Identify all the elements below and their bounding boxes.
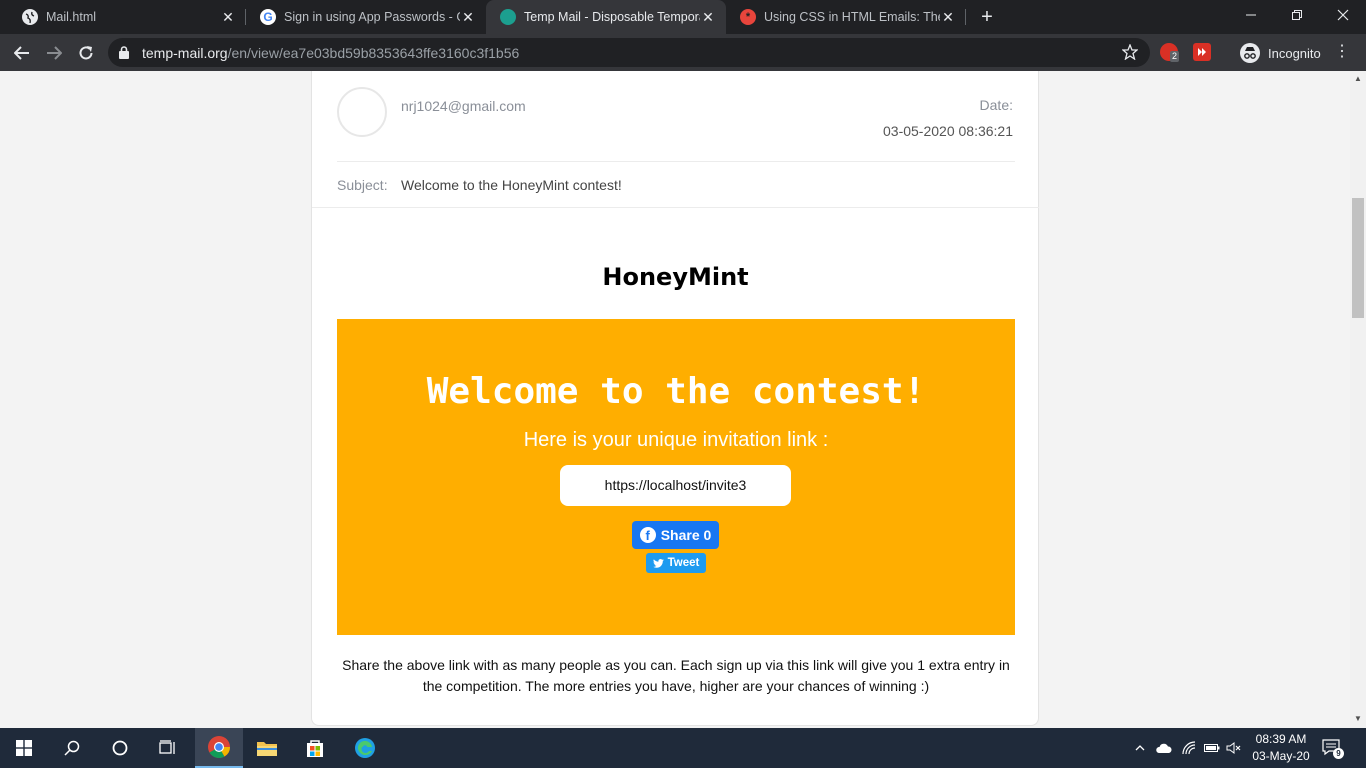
new-tab-button[interactable]: + bbox=[976, 6, 998, 28]
close-tab-icon[interactable]: ✕ bbox=[220, 9, 236, 26]
tab-title: Temp Mail - Disposable Tempora bbox=[524, 10, 700, 24]
banner-title: Welcome to the contest! bbox=[426, 371, 926, 412]
onedrive-cloud-icon[interactable] bbox=[1156, 740, 1172, 756]
tweet-button[interactable]: Tweet bbox=[646, 553, 706, 573]
reload-button[interactable] bbox=[72, 39, 100, 67]
show-hidden-icons-icon[interactable] bbox=[1132, 740, 1148, 756]
subject-value: Welcome to the HoneyMint contest! bbox=[401, 177, 622, 193]
extension-badge: 2 bbox=[1170, 51, 1180, 62]
browser-toolbar: temp-mail.org/en/view/ea7e03bd59b8353643… bbox=[0, 34, 1366, 71]
network-icon[interactable] bbox=[1181, 740, 1197, 756]
scrollbar-thumb[interactable] bbox=[1352, 198, 1364, 318]
banner-subtitle: Here is your unique invitation link : bbox=[523, 429, 829, 451]
forward-button[interactable] bbox=[40, 39, 68, 67]
minimize-button[interactable] bbox=[1228, 0, 1274, 30]
store-button[interactable] bbox=[291, 728, 339, 768]
share-label: Share 0 bbox=[660, 527, 712, 543]
url-host: temp-mail.org bbox=[142, 45, 228, 61]
incognito-label: Incognito bbox=[1268, 45, 1321, 61]
sender-email: nrj1024@gmail.com bbox=[401, 98, 526, 114]
url-text: temp-mail.org/en/view/ea7e03bd59b8353643… bbox=[142, 45, 519, 61]
clock-date: 03-May-20 bbox=[1252, 749, 1310, 763]
clock-time: 08:39 AM bbox=[1255, 732, 1307, 746]
close-tab-icon[interactable]: ✕ bbox=[460, 9, 476, 26]
tab-title: Sign in using App Passwords - Go bbox=[284, 10, 460, 24]
reload-icon bbox=[79, 46, 93, 60]
tab-app-passwords[interactable]: G Sign in using App Passwords - Go ✕ bbox=[246, 0, 486, 34]
start-button[interactable] bbox=[0, 728, 48, 768]
temp-mail-icon bbox=[500, 9, 516, 25]
tab-css-emails[interactable]: * Using CSS in HTML Emails: The R ✕ bbox=[726, 0, 966, 34]
extension-shield-icon[interactable]: 2 bbox=[1160, 43, 1180, 62]
tab-temp-mail[interactable]: Temp Mail - Disposable Tempora ✕ bbox=[486, 0, 726, 34]
facebook-share-button[interactable]: f Share 0 bbox=[632, 521, 719, 549]
css-tricks-icon: * bbox=[740, 9, 756, 25]
globe-icon bbox=[22, 9, 38, 25]
restore-button[interactable] bbox=[1274, 0, 1320, 30]
page-viewport: nrj1024@gmail.com Date: 03-05-2020 08:36… bbox=[0, 71, 1350, 728]
search-button[interactable] bbox=[48, 728, 96, 768]
email-card: nrj1024@gmail.com Date: 03-05-2020 08:36… bbox=[311, 71, 1039, 726]
close-tab-icon[interactable]: ✕ bbox=[700, 9, 716, 26]
date-label: Date: bbox=[979, 97, 1013, 113]
tab-separator bbox=[965, 9, 966, 25]
facebook-icon: f bbox=[639, 527, 656, 543]
page-scrollbar[interactable]: ▲ ▼ bbox=[1350, 71, 1366, 728]
system-clock[interactable]: 08:39 AM 03-May-20 bbox=[1248, 731, 1314, 765]
windows-logo-icon bbox=[16, 740, 32, 756]
back-arrow-icon bbox=[14, 46, 29, 60]
twitter-bird-icon bbox=[652, 558, 664, 568]
file-explorer-button[interactable] bbox=[243, 728, 291, 768]
edge-button[interactable] bbox=[341, 728, 389, 768]
extension-video-icon[interactable] bbox=[1193, 43, 1211, 61]
incognito-icon bbox=[1240, 43, 1260, 63]
battery-icon[interactable] bbox=[1204, 740, 1220, 756]
lock-icon bbox=[119, 46, 129, 59]
task-view-button[interactable] bbox=[144, 728, 192, 768]
header-divider bbox=[337, 161, 1015, 162]
windows-taskbar: 08:39 AM 03-May-20 9 bbox=[0, 728, 1366, 768]
subject-label: Subject: bbox=[337, 177, 388, 193]
tweet-label: Tweet bbox=[667, 557, 700, 569]
notification-count: 9 bbox=[1333, 748, 1344, 759]
forward-arrow-icon bbox=[47, 46, 62, 60]
folder-icon bbox=[257, 742, 277, 756]
task-view-icon bbox=[159, 740, 175, 754]
welcome-banner: Welcome to the contest! Here is your uni… bbox=[337, 319, 1015, 635]
cortana-button[interactable] bbox=[96, 728, 144, 768]
volume-muted-icon[interactable] bbox=[1226, 740, 1242, 756]
tab-title: Using CSS in HTML Emails: The R bbox=[764, 10, 940, 24]
browser-tab-strip: Mail.html ✕ G Sign in using App Password… bbox=[0, 0, 1366, 34]
bookmark-star-icon[interactable] bbox=[1122, 44, 1138, 60]
close-window-button[interactable] bbox=[1320, 0, 1366, 30]
back-button[interactable] bbox=[8, 39, 36, 67]
scroll-down-arrow-icon[interactable]: ▼ bbox=[1354, 715, 1362, 723]
body-divider bbox=[312, 207, 1039, 208]
url-path: /en/view/ea7e03bd59b8353643ffe3160c3f1b5… bbox=[227, 45, 520, 61]
browser-menu-icon[interactable]: ⋮ bbox=[1334, 42, 1350, 62]
action-center-button[interactable]: 9 bbox=[1322, 738, 1344, 759]
scroll-up-arrow-icon[interactable]: ▲ bbox=[1354, 75, 1362, 83]
tab-mail-html[interactable]: Mail.html ✕ bbox=[8, 0, 246, 34]
address-bar[interactable]: temp-mail.org/en/view/ea7e03bd59b8353643… bbox=[108, 38, 1150, 67]
store-bag-icon bbox=[307, 740, 323, 757]
email-brand-heading: HoneyMint bbox=[602, 263, 749, 291]
edge-icon bbox=[355, 738, 375, 758]
invitation-link[interactable]: https://localhost/invite3 bbox=[560, 465, 791, 506]
sender-avatar bbox=[337, 87, 387, 137]
email-body-paragraph: Share the above link with as many people… bbox=[342, 657, 1010, 694]
chrome-taskbar-button[interactable] bbox=[195, 728, 243, 768]
incognito-indicator[interactable]: Incognito bbox=[1232, 39, 1329, 67]
close-tab-icon[interactable]: ✕ bbox=[940, 9, 956, 26]
date-value: 03-05-2020 08:36:21 bbox=[883, 123, 1013, 139]
cortana-circle-icon bbox=[112, 740, 128, 756]
chrome-icon bbox=[208, 736, 230, 758]
google-icon: G bbox=[260, 9, 276, 25]
search-icon bbox=[64, 740, 80, 756]
tab-title: Mail.html bbox=[46, 10, 97, 24]
